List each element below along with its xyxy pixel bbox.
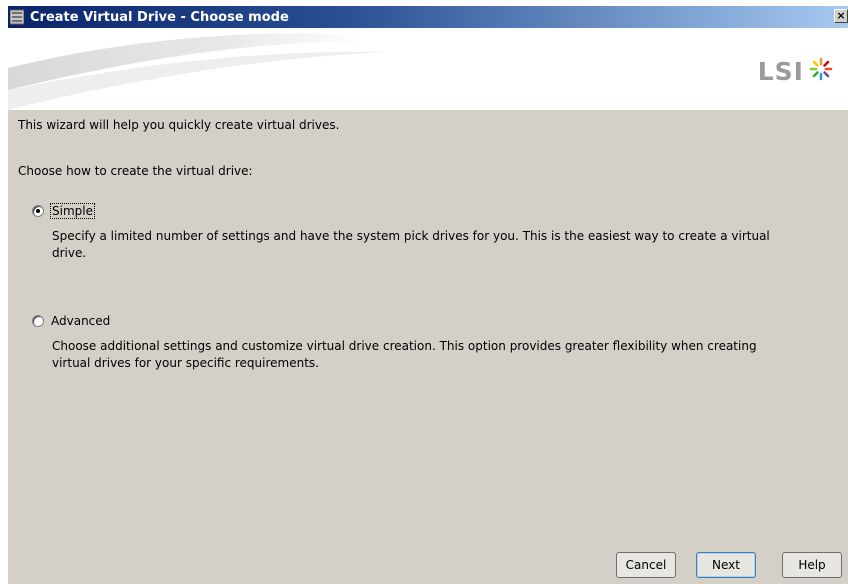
- radio-option-advanced[interactable]: Advanced: [32, 314, 110, 328]
- radio-button-advanced[interactable]: [32, 315, 44, 327]
- lsi-logo: LSI: [758, 56, 834, 86]
- close-button[interactable]: ×: [834, 9, 848, 23]
- logo-text: LSI: [757, 56, 804, 86]
- banner-swoosh: [8, 33, 388, 110]
- dialog-window: Create Virtual Drive - Choose mode × LSI: [8, 6, 848, 584]
- cancel-button[interactable]: Cancel: [616, 552, 676, 578]
- radio-option-simple[interactable]: Simple: [32, 203, 95, 219]
- server-icon: [9, 9, 25, 25]
- title-bar[interactable]: Create Virtual Drive - Choose mode ×: [8, 6, 848, 28]
- simple-label[interactable]: Simple: [50, 203, 95, 219]
- window-title: Create Virtual Drive - Choose mode: [30, 9, 289, 25]
- help-button[interactable]: Help: [782, 552, 842, 578]
- header-banner: LSI: [8, 28, 848, 110]
- next-button[interactable]: Next: [696, 552, 756, 578]
- simple-description: Specify a limited number of settings and…: [52, 229, 770, 260]
- advanced-description: Choose additional settings and customize…: [52, 339, 757, 370]
- choose-label: Choose how to create the virtual drive:: [18, 164, 253, 178]
- advanced-label[interactable]: Advanced: [51, 314, 110, 328]
- logo-starburst-icon: [808, 56, 834, 86]
- radio-button-simple[interactable]: [32, 205, 44, 217]
- intro-text: This wizard will help you quickly create…: [18, 118, 340, 132]
- wizard-content: This wizard will help you quickly create…: [8, 110, 848, 584]
